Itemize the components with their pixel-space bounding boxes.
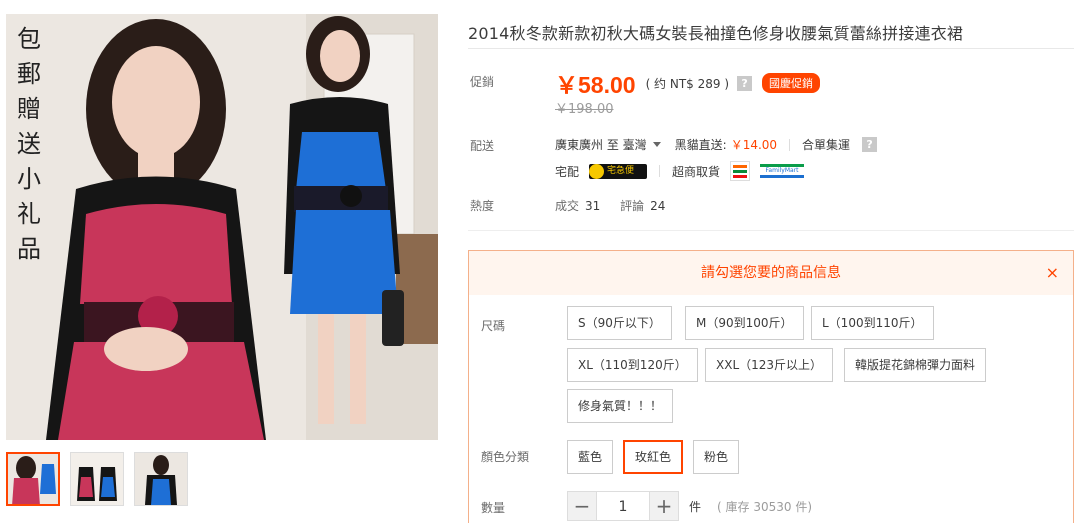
sku-panel-title: 請勾選您要的商品信息 xyxy=(701,265,841,281)
size-option-s[interactable]: S（90斤以下） xyxy=(567,306,672,340)
product-title: 2014秋冬款新款初秋大碼女裝長袖撞色修身收腰氣質蕾絲拼接連衣裙 xyxy=(468,24,964,43)
heat-stats: 成交 31 評論 24 xyxy=(555,197,681,214)
consolidated-shipping-link[interactable]: 合單集運 xyxy=(802,136,850,153)
chevron-down-icon[interactable] xyxy=(652,142,661,147)
sku-selection-panel: 請勾選您要的商品信息 × 尺碼 S（90斤以下） M（90到100斤） L（10… xyxy=(468,250,1074,523)
quantity-increase-button[interactable]: + xyxy=(649,491,679,521)
promo-char: 贈 xyxy=(17,95,41,123)
direct-ship-label: 黑貓直送: xyxy=(674,138,727,152)
quantity-decrease-button[interactable]: − xyxy=(567,491,597,521)
thumbnail-image xyxy=(8,454,58,504)
promo-char: 品 xyxy=(17,235,41,263)
sales-label: 成交 xyxy=(555,199,580,213)
promo-vertical-text: 包 郵 贈 送 小 礼 品 xyxy=(12,22,46,267)
promo-char: 包 xyxy=(17,25,41,53)
section-divider xyxy=(468,230,1074,231)
divider xyxy=(789,138,791,151)
thumbnail-image xyxy=(71,453,123,505)
direct-ship-price: ￥14.00 xyxy=(730,138,778,152)
question-icon[interactable]: ? xyxy=(737,75,753,91)
color-option-rose[interactable]: 玫紅色 xyxy=(623,440,684,474)
sales-count: 31 xyxy=(585,199,601,213)
heat-label: 熱度 xyxy=(470,199,495,213)
promo-badge: 國慶促銷 xyxy=(762,73,821,93)
question-icon[interactable]: ? xyxy=(862,137,878,152)
quantity-stepper: − 1 + 件 ( 庫存 30530 件) xyxy=(567,491,812,521)
quantity-unit: 件 xyxy=(689,499,702,514)
quantity-input[interactable]: 1 xyxy=(597,491,649,521)
black-cat-logo: 宅急便 xyxy=(589,163,648,179)
size-label: 尺碼 xyxy=(481,319,506,333)
home-delivery-label: 宅配 xyxy=(555,164,580,179)
title-divider xyxy=(468,48,1074,49)
thumbnail-image xyxy=(135,453,187,505)
quantity-label: 數量 xyxy=(481,501,506,515)
approx-ntd-price: ( 约 NT$ 289 ) xyxy=(645,76,730,91)
current-price: ￥58.00 xyxy=(555,72,636,98)
thumbnail-3[interactable] xyxy=(134,452,188,506)
promo-char: 礼 xyxy=(17,200,41,228)
size-option-l[interactable]: L（100到110斤） xyxy=(811,306,934,340)
size-option-fit[interactable]: 修身氣質！！！ xyxy=(567,389,674,423)
main-product-illustration xyxy=(6,14,438,440)
shipping-route-select[interactable]: 廣東廣州 至 臺灣 xyxy=(555,136,647,153)
reviews-label: 評論 xyxy=(620,199,645,213)
size-option-xl[interactable]: XL（110到120斤） xyxy=(567,348,698,382)
store-pickup-label: 超商取貨 xyxy=(672,164,721,179)
stock-count: ( 庫存 30530 件) xyxy=(717,499,812,514)
main-product-image[interactable]: 包 郵 贈 送 小 礼 品 xyxy=(6,14,438,440)
size-option-xxl[interactable]: XXL（123斤以上） xyxy=(705,348,834,382)
black-cat-logo-text: 宅急便 xyxy=(607,165,635,176)
promo-char: 小 xyxy=(17,165,41,193)
price-label: 促銷 xyxy=(470,75,495,89)
delivery-methods-row: 宅配 宅急便 超商取貨 FamilyMart xyxy=(555,161,805,181)
shipping-label: 配送 xyxy=(470,139,495,153)
seven-eleven-logo xyxy=(730,161,751,181)
thumbnail-strip xyxy=(6,452,188,506)
promo-char: 郵 xyxy=(17,60,41,88)
price-row: ￥58.00 ( 约 NT$ 289 ) ? 國慶促銷 xyxy=(555,66,821,100)
thumbnail-1[interactable] xyxy=(6,452,60,506)
cat-icon xyxy=(589,163,605,179)
familymart-logo: FamilyMart xyxy=(760,164,805,178)
close-icon[interactable]: × xyxy=(1046,251,1059,295)
original-price: ￥198.00 xyxy=(555,102,614,117)
size-option-fabric[interactable]: 韓版提花錦棉彈力面料 xyxy=(844,348,987,382)
color-option-pink[interactable]: 粉色 xyxy=(693,440,740,474)
reviews-count[interactable]: 24 xyxy=(650,199,665,213)
shipping-route-row: 廣東廣州 至 臺灣 黑貓直送: ￥14.00 合單集運 ? xyxy=(555,136,878,153)
color-label: 顏色分類 xyxy=(481,450,530,464)
divider xyxy=(659,165,661,177)
color-option-blue[interactable]: 藍色 xyxy=(567,440,614,474)
thumbnail-2[interactable] xyxy=(70,452,124,506)
promo-char: 送 xyxy=(17,130,41,158)
size-option-m[interactable]: M（90到100斤） xyxy=(685,306,804,340)
sku-panel-header: 請勾選您要的商品信息 × xyxy=(469,251,1073,295)
